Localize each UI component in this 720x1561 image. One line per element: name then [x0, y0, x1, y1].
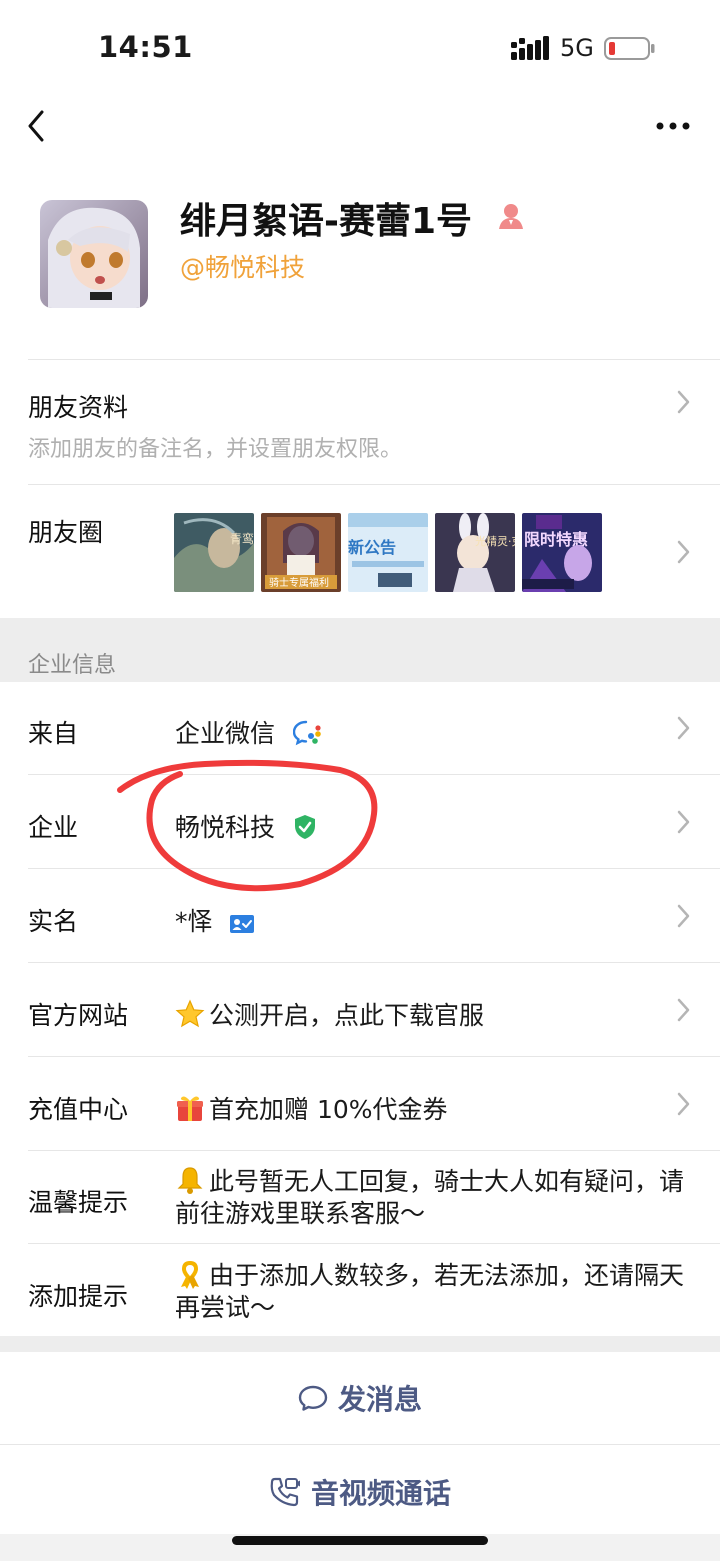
row-value-warm-tip: 此号暂无人工回复，骑士大人如有疑问，请前往游戏里联系客服～ — [175, 1167, 685, 1228]
chevron-right-icon — [674, 388, 692, 416]
row-value-enterprise: 畅悦科技 — [175, 808, 317, 844]
female-user-icon — [499, 204, 523, 229]
send-message-label: 发消息 — [337, 1383, 422, 1416]
ribbon-icon — [181, 1260, 199, 1289]
verified-shield-icon — [294, 815, 315, 839]
moments-thumbnail: 光精灵·克 — [435, 513, 515, 592]
home-indicator[interactable] — [232, 1536, 488, 1545]
section-title-enterprise: 企业信息 — [28, 653, 117, 678]
gift-icon — [177, 1096, 203, 1121]
chevron-right-icon — [674, 902, 692, 930]
moments-thumbnail: 新公告 — [348, 513, 428, 592]
row-label: 官方网站 — [28, 1001, 129, 1030]
section-gap — [0, 1336, 720, 1352]
star-icon — [175, 999, 205, 1028]
more-dots-icon — [656, 122, 690, 130]
battery-icon — [604, 37, 655, 60]
chevron-right-icon — [674, 996, 692, 1024]
row-value-real-name: *怿 — [175, 902, 255, 938]
divider — [0, 1444, 720, 1445]
row-from[interactable] — [0, 682, 720, 774]
av-call-button[interactable]: 音视频通话 — [0, 1447, 720, 1537]
signal-icon — [511, 36, 549, 60]
moments-thumbnail: 青鸾 — [174, 513, 254, 592]
profile-company: @畅悦科技 — [180, 253, 306, 282]
id-card-icon — [230, 915, 255, 933]
moments-thumbnail: 骑士专属福利 — [261, 513, 341, 592]
friend-info-title: 朋友资料 — [28, 393, 129, 422]
av-call-label: 音视频通话 — [310, 1477, 451, 1510]
svg-text:新公告: 新公告 — [348, 538, 396, 557]
avatar-image — [40, 200, 148, 308]
row-value-recharge: 首充加赠 10%代金券 — [175, 1090, 448, 1126]
row-enterprise[interactable] — [0, 775, 720, 868]
chevron-right-icon — [674, 808, 692, 836]
status-bar: 14:51 5G — [0, 0, 720, 96]
row-real-name[interactable] — [0, 869, 720, 962]
svg-text:青鸾: 青鸾 — [230, 531, 254, 546]
status-time: 14:51 — [98, 30, 193, 64]
profile-name: 绯月絮语-赛蕾1号 — [180, 201, 472, 242]
send-message-button[interactable]: 发消息 — [0, 1353, 720, 1443]
phone-call-icon — [270, 1477, 300, 1507]
chevron-right-icon — [674, 538, 692, 566]
back-button[interactable] — [22, 106, 56, 146]
row-value-from: 企业微信 — [175, 714, 323, 750]
contact-profile-page: 14:51 5G 绯月絮语-赛蕾1号 @畅悦科技 朋友资料 添加朋友的备注名，并… — [0, 0, 720, 1561]
row-label: 添加提示 — [28, 1282, 129, 1311]
row-label: 企业 — [28, 813, 79, 842]
moments-title: 朋友圈 — [28, 518, 104, 547]
friend-info-subtitle: 添加朋友的备注名，并设置朋友权限。 — [28, 437, 403, 462]
row-label: 来自 — [28, 719, 79, 748]
wecom-icon — [292, 720, 321, 746]
chevron-right-icon — [674, 714, 692, 742]
row-label: 实名 — [28, 907, 79, 936]
svg-text:骑士专属福利: 骑士专属福利 — [269, 576, 329, 589]
avatar[interactable] — [40, 200, 148, 308]
row-value-official-site: 公测开启，点此下载官服 — [175, 996, 484, 1032]
chevron-right-icon — [674, 1090, 692, 1118]
more-options-button[interactable] — [654, 112, 694, 140]
row-label: 充值中心 — [28, 1095, 129, 1124]
network-type: 5G — [560, 34, 594, 62]
chevron-left-icon — [28, 110, 44, 142]
bell-icon — [177, 1167, 203, 1194]
row-label: 温馨提示 — [28, 1188, 129, 1217]
svg-text:光精灵·克: 光精灵·克 — [475, 534, 515, 548]
moments-thumbnail: 限时特惠 — [522, 513, 602, 592]
chat-bubble-icon — [298, 1385, 328, 1411]
row-value-add-tip: 由于添加人数较多，若无法添加，还请隔天再尝试～ — [175, 1260, 685, 1322]
